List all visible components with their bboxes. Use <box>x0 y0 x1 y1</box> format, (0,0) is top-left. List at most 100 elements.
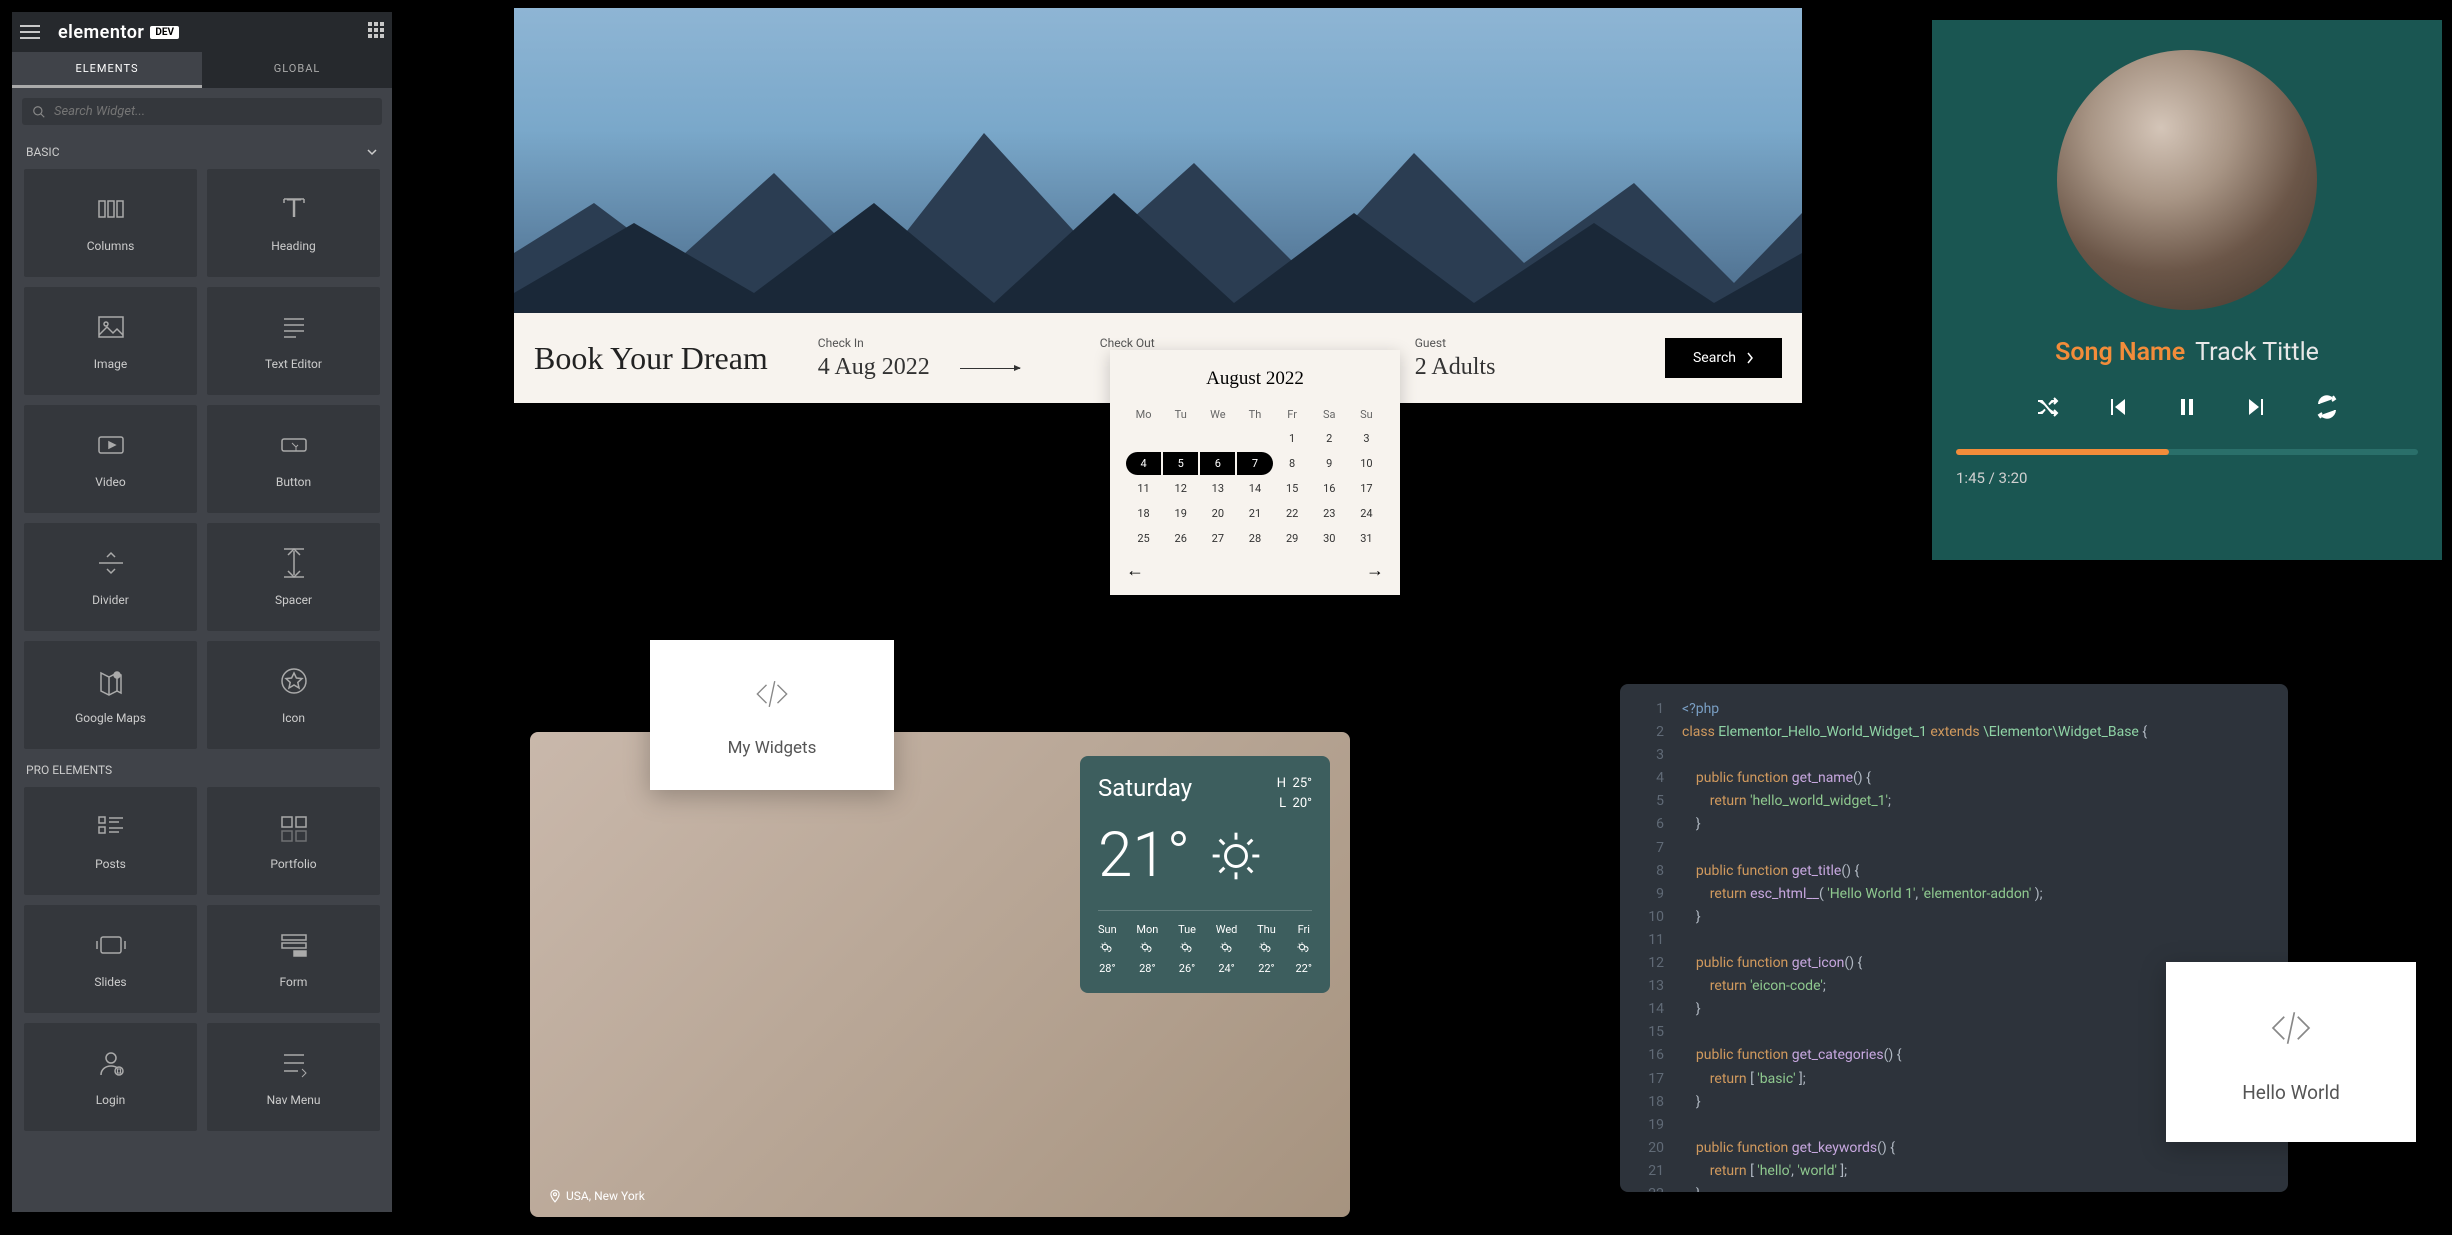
pause-icon[interactable] <box>2175 395 2199 419</box>
cal-day[interactable]: 30 <box>1312 527 1347 550</box>
music-player: Song Name Track Tittle 1:45 / 3:20 <box>1932 20 2442 560</box>
cal-day[interactable]: 24 <box>1349 502 1384 525</box>
tab-elements[interactable]: ELEMENTS <box>12 52 202 88</box>
cal-day[interactable]: 27 <box>1200 527 1235 550</box>
repeat-icon[interactable] <box>2315 395 2339 419</box>
cal-day[interactable]: 7 <box>1237 452 1272 475</box>
code-icon <box>750 672 794 716</box>
cal-day[interactable]: 23 <box>1312 502 1347 525</box>
code-line: 9 return esc_html__( 'Hello World 1', 'e… <box>1620 883 2288 906</box>
cal-day[interactable]: 18 <box>1126 502 1161 525</box>
cal-day[interactable]: 1 <box>1275 427 1310 450</box>
widget-label: Video <box>95 475 126 489</box>
next-icon[interactable] <box>2245 395 2269 419</box>
cal-day[interactable]: 10 <box>1349 452 1384 475</box>
cal-day[interactable]: 2 <box>1312 427 1347 450</box>
search-wrap <box>12 88 392 135</box>
cal-prev-button[interactable]: ← <box>1126 560 1144 581</box>
cal-day[interactable]: 22 <box>1275 502 1310 525</box>
widget-portfolio[interactable]: Portfolio <box>207 787 380 895</box>
code-icon <box>2264 1001 2318 1055</box>
shuffle-icon[interactable] <box>2035 395 2059 419</box>
pin-icon <box>548 1189 562 1203</box>
code-line: 7 <box>1620 837 2288 860</box>
cal-day[interactable]: 15 <box>1275 477 1310 500</box>
player-meta: Song Name Track Tittle <box>2055 338 2319 367</box>
widget-login[interactable]: Login <box>24 1023 197 1131</box>
cal-day[interactable]: 16 <box>1312 477 1347 500</box>
widget-icon[interactable]: Icon <box>207 641 380 749</box>
booking-title: Book Your Dream <box>534 340 768 377</box>
cal-day <box>1200 427 1235 450</box>
chevron-down-icon <box>366 146 378 158</box>
cal-day[interactable]: 25 <box>1126 527 1161 550</box>
widget-divider[interactable]: Divider <box>24 523 197 631</box>
cal-day[interactable]: 19 <box>1163 502 1198 525</box>
widget-image[interactable]: Image <box>24 287 197 395</box>
cal-header: Tu <box>1163 404 1198 425</box>
widget-posts[interactable]: Posts <box>24 787 197 895</box>
checkin-field[interactable]: Check In 4 Aug 2022 <box>818 336 930 381</box>
hello-world-card[interactable]: Hello World <box>2166 962 2416 1142</box>
cal-day[interactable]: 6 <box>1200 452 1235 475</box>
cal-day <box>1163 427 1198 450</box>
hello-label: Hello World <box>2242 1081 2340 1104</box>
widget-nav-menu[interactable]: Nav Menu <box>207 1023 380 1131</box>
widget-heading[interactable]: THeading <box>207 169 380 277</box>
cal-day[interactable]: 5 <box>1163 452 1198 475</box>
widget-spacer[interactable]: Spacer <box>207 523 380 631</box>
apps-icon[interactable] <box>368 22 384 42</box>
track-title: Track Tittle <box>2195 338 2319 367</box>
button-icon <box>278 429 310 461</box>
divider-icon <box>95 547 127 579</box>
guest-field[interactable]: Guest 2 Adults <box>1415 336 1496 381</box>
widget-label: Form <box>280 975 308 989</box>
calendar-nav: ← → <box>1126 560 1384 581</box>
widget-text-editor[interactable]: Text Editor <box>207 287 380 395</box>
cal-day[interactable]: 13 <box>1200 477 1235 500</box>
tab-global[interactable]: GLOBAL <box>202 52 392 88</box>
cal-day[interactable]: 26 <box>1163 527 1198 550</box>
my-widgets-label: My Widgets <box>728 738 817 758</box>
cal-day[interactable]: 20 <box>1200 502 1235 525</box>
checkin-value: 4 Aug 2022 <box>818 354 930 381</box>
my-widgets-card[interactable]: My Widgets <box>650 640 894 790</box>
cal-day[interactable]: 29 <box>1275 527 1310 550</box>
panel-tabs: ELEMENTS GLOBAL <box>12 52 392 88</box>
widget-label: Text Editor <box>265 357 322 371</box>
code-line: 3 <box>1620 744 2288 767</box>
cal-day[interactable]: 11 <box>1126 477 1161 500</box>
cal-day[interactable]: 21 <box>1237 502 1272 525</box>
cal-next-button[interactable]: → <box>1366 560 1384 581</box>
widget-google-maps[interactable]: Google Maps <box>24 641 197 749</box>
widget-button[interactable]: Button <box>207 405 380 513</box>
basic-widgets-grid: ColumnsTHeadingImage Text Editor Video Butt… <box>12 169 392 749</box>
cal-header: Th <box>1237 404 1272 425</box>
cal-day[interactable]: 28 <box>1237 527 1272 550</box>
code-line: 8 public function get_title() { <box>1620 860 2288 883</box>
widget-slides[interactable]: Slides <box>24 905 197 1013</box>
cal-day[interactable]: 3 <box>1349 427 1384 450</box>
forecast-day: Sun28° <box>1098 923 1117 975</box>
cal-day[interactable]: 17 <box>1349 477 1384 500</box>
search-input[interactable] <box>54 104 372 119</box>
cal-day[interactable]: 9 <box>1312 452 1347 475</box>
cal-day[interactable]: 31 <box>1349 527 1384 550</box>
section-basic-toggle[interactable]: BASIC <box>12 135 392 169</box>
cal-day[interactable]: 4 <box>1126 452 1161 475</box>
cal-day[interactable]: 14 <box>1237 477 1272 500</box>
code-line: 22 } <box>1620 1183 2288 1192</box>
widget-form[interactable]: Form <box>207 905 380 1013</box>
widget-columns[interactable]: Columns <box>24 169 197 277</box>
search-box[interactable] <box>22 98 382 125</box>
cal-day[interactable]: 8 <box>1275 452 1310 475</box>
widget-video[interactable]: Video <box>24 405 197 513</box>
progress-bar[interactable] <box>1956 449 2418 455</box>
cal-day[interactable]: 12 <box>1163 477 1198 500</box>
prev-icon[interactable] <box>2105 395 2129 419</box>
calendar-popup: August 2022 MoTuWeThFrSaSu12345678910111… <box>1110 350 1400 595</box>
code-line: 5 return 'hello_world_widget_1'; <box>1620 790 2288 813</box>
menu-icon[interactable] <box>20 25 40 39</box>
widget-label: Spacer <box>275 593 312 607</box>
search-button[interactable]: Search <box>1665 338 1782 378</box>
